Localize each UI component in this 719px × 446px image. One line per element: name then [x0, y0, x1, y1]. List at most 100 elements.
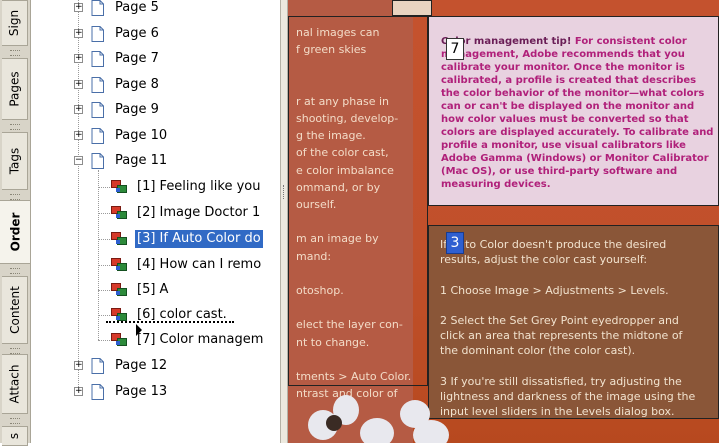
- panel-splitter[interactable]: [280, 0, 288, 443]
- tab-grip: [10, 50, 20, 56]
- tree-node-label: Page 8: [115, 77, 159, 92]
- document-text-line: tments > Auto Color.: [296, 370, 412, 383]
- document-text-line: f green skies: [296, 43, 367, 57]
- document-text-line: mand:: [296, 249, 332, 263]
- tree-line: [98, 187, 110, 188]
- page-icon: [91, 26, 104, 42]
- tab-tags[interactable]: Tags: [2, 132, 28, 190]
- expand-icon[interactable]: +: [74, 387, 83, 396]
- tab-grip: [10, 268, 20, 274]
- page-icon: [91, 102, 104, 118]
- tree-node-page[interactable]: + Page 10: [31, 126, 280, 146]
- order-tag-icon: [111, 232, 127, 245]
- expand-icon[interactable]: +: [74, 80, 83, 89]
- tree-node-label: [1] Feeling like you: [137, 179, 261, 194]
- splitter-grip: [283, 185, 286, 199]
- expand-icon[interactable]: +: [74, 361, 83, 370]
- page-icon: [91, 0, 104, 16]
- tab-attachments[interactable]: Attach: [2, 354, 28, 414]
- tree-node-page[interactable]: + Page 6: [31, 24, 280, 44]
- tree-node-label: Page 9: [115, 102, 159, 117]
- document-view[interactable]: nal images can f green skies r at any phas…: [288, 0, 719, 443]
- tree-node-tag-selected[interactable]: [3] If Auto Color do: [31, 229, 280, 249]
- tab-content-label: Content: [7, 286, 22, 334]
- order-tree-panel: + Page 5 + Page 6 + Page 7 + Page 8 + Pa…: [31, 0, 280, 443]
- tree-node-page[interactable]: + Page 12: [31, 356, 280, 376]
- tree-node-tag[interactable]: [1] Feeling like you: [31, 177, 280, 197]
- order-tag-icon: [111, 283, 127, 296]
- collapse-icon[interactable]: −: [74, 156, 83, 165]
- tab-signatures[interactable]: Sign: [2, 0, 28, 46]
- document-text-line: nt to change.: [296, 335, 370, 349]
- expand-icon[interactable]: +: [74, 3, 83, 12]
- tree-node-tag[interactable]: [2] Image Doctor 1: [31, 203, 280, 223]
- page-icon: [91, 384, 104, 400]
- expand-icon[interactable]: +: [74, 131, 83, 140]
- tree-line: [98, 265, 110, 266]
- tab-order-label: Order: [8, 212, 23, 252]
- tab-grip: [10, 124, 20, 130]
- tab-order[interactable]: Order: [0, 200, 30, 264]
- document-text-line: shooting, develop-: [296, 112, 399, 125]
- tree-node-label: [4] How can I remo: [137, 257, 262, 272]
- tree-node-tag[interactable]: [5] A: [31, 280, 280, 300]
- flower-graphic: [413, 420, 449, 443]
- expand-icon[interactable]: +: [74, 54, 83, 63]
- tree-line: [98, 315, 110, 316]
- tree-node-label: Page 7: [115, 51, 159, 66]
- navigation-tab-strip: Sign Pages Tags Order Content Attach s: [0, 0, 31, 446]
- steps-text-line: input level sliders in the Levels dialog…: [440, 405, 675, 419]
- document-text-line: g the image.: [296, 129, 366, 143]
- document-text-line: otoshop.: [296, 284, 344, 297]
- document-text-line: ourself.: [296, 198, 337, 211]
- tree-node-tag[interactable]: [7] Color managem: [31, 330, 280, 350]
- document-text-line: r at any phase in: [296, 94, 390, 108]
- page-icon: [91, 153, 104, 169]
- expand-icon[interactable]: +: [74, 105, 83, 114]
- drop-insertion-line: [106, 321, 234, 323]
- tip-body: For consistent color management, Adobe r…: [441, 36, 714, 190]
- tree-node-page[interactable]: + Page 8: [31, 75, 280, 95]
- document-text-line: m an image by: [296, 232, 379, 246]
- tip-region: Color management tip! For consistent col…: [428, 16, 719, 206]
- tab-signatures-label: Sign: [7, 9, 22, 37]
- tree-node-tag[interactable]: [4] How can I remo: [31, 255, 280, 275]
- tree-node-label: Page 6: [115, 26, 159, 41]
- tab-more-label: s: [7, 432, 22, 440]
- document-text-line: e color imbalance: [296, 163, 394, 177]
- tree-node-label: [2] Image Doctor 1: [137, 205, 261, 220]
- steps-text-line: 1 Choose Image > Adjustments > Levels.: [440, 283, 669, 297]
- document-text-line: elect the layer con-: [296, 318, 403, 332]
- tab-pages-label: Pages: [7, 71, 22, 107]
- order-tag-icon: [111, 308, 127, 321]
- tree-node-label: [5] A: [137, 282, 169, 297]
- flower-graphic: [360, 418, 394, 443]
- page-icon: [91, 358, 104, 374]
- content-region: [392, 0, 432, 16]
- tip-text: Color management tip! For consistent col…: [441, 35, 716, 191]
- tab-pages[interactable]: Pages: [2, 58, 28, 120]
- tab-attachments-label: Attach: [7, 364, 22, 404]
- tree-node-page[interactable]: + Page 13: [31, 382, 280, 402]
- order-tag-icon: [111, 206, 127, 219]
- tab-content[interactable]: Content: [2, 276, 28, 344]
- tree-node-page[interactable]: + Page 7: [31, 49, 280, 69]
- tree-line: [98, 340, 110, 341]
- page-icon: [91, 128, 104, 144]
- tree-node-page-expanded[interactable]: − Page 11: [31, 151, 280, 171]
- document-text-line: ommand, or by: [296, 180, 381, 194]
- expand-icon[interactable]: +: [74, 29, 83, 38]
- flower-center-graphic: [326, 415, 342, 431]
- order-tag-icon: [111, 180, 127, 193]
- tree-line: [98, 213, 110, 214]
- tree-node-label: [6] color cast.: [137, 307, 227, 322]
- tree-node-label: Page 11: [115, 153, 168, 168]
- tree-node-label: [3] If Auto Color do: [135, 230, 263, 248]
- page-icon: [91, 51, 104, 67]
- tree-node-page[interactable]: + Page 5: [31, 0, 280, 18]
- tree-node-page[interactable]: + Page 9: [31, 100, 280, 120]
- tab-more[interactable]: s: [2, 426, 28, 446]
- tree-line: [98, 290, 110, 291]
- tree-node-label: Page 5: [115, 0, 159, 15]
- order-tag-icon: [111, 258, 127, 271]
